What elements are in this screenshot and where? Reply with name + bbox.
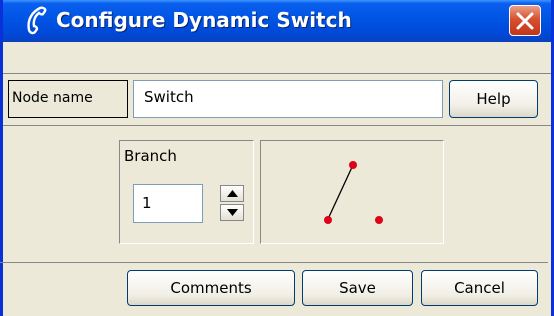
- branch-increment-button[interactable]: [220, 185, 244, 202]
- switch-diagram-panel: [260, 140, 444, 244]
- phone-handset-icon: [24, 6, 50, 36]
- bottom-separator: [0, 262, 548, 263]
- switch-lever: [327, 164, 354, 220]
- close-button[interactable]: [509, 5, 541, 36]
- branch-input[interactable]: [142, 194, 197, 212]
- comments-button[interactable]: Comments: [127, 270, 295, 306]
- node-name-input[interactable]: [144, 88, 424, 106]
- arrow-down-icon: [227, 209, 238, 216]
- cancel-button[interactable]: Cancel: [421, 270, 538, 306]
- help-button[interactable]: Help: [449, 80, 538, 118]
- save-button[interactable]: Save: [302, 270, 413, 306]
- close-icon: [516, 12, 534, 30]
- branch-decrement-button[interactable]: [220, 204, 244, 221]
- switch-contact-dot: [375, 216, 383, 224]
- switch-pivot-dot: [349, 161, 357, 169]
- branch-label: Branch: [124, 147, 177, 165]
- switch-diagram: [324, 161, 383, 224]
- switch-contact-dot: [324, 216, 332, 224]
- arrow-up-icon: [227, 190, 238, 197]
- title-bar[interactable]: Configure Dynamic Switch: [3, 0, 551, 42]
- window-title: Configure Dynamic Switch: [56, 8, 352, 32]
- branch-input-box[interactable]: [133, 184, 203, 223]
- node-name-label-box: Node name: [8, 80, 128, 118]
- node-name-input-box[interactable]: [133, 80, 443, 118]
- node-name-label: Node name: [12, 90, 93, 106]
